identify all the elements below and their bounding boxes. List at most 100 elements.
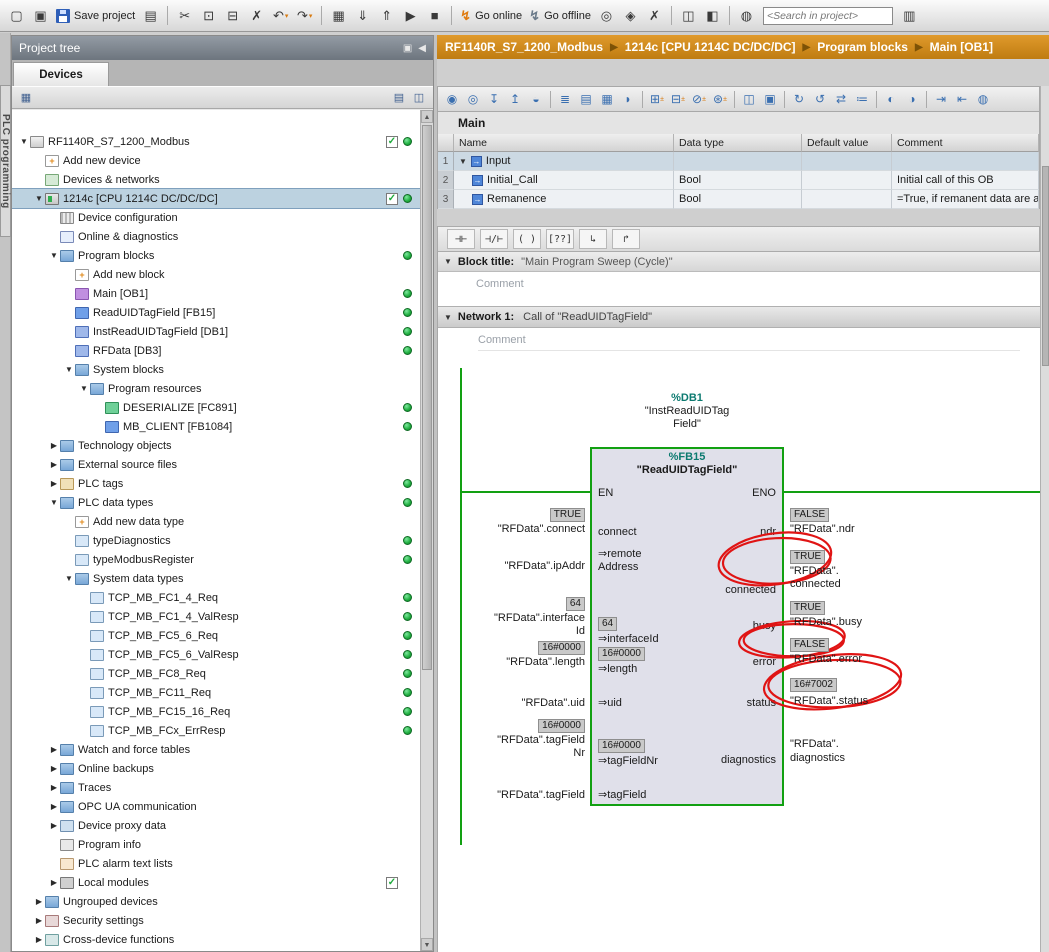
- operand-rfdata[interactable]: "RFData".: [790, 565, 839, 578]
- absolute-symbolic-toggle-icon[interactable]: ◒: [526, 89, 546, 109]
- tree-item-typediagnostics[interactable]: typeDiagnostics: [12, 531, 420, 550]
- operand-rfdata-ndr[interactable]: "RFData".ndr: [790, 523, 855, 536]
- pin-panel-icon[interactable]: ▣: [403, 43, 412, 54]
- empty-box-icon[interactable]: [??]: [546, 229, 574, 249]
- tree-item-tcp-mb-fc5-6-valresp[interactable]: TCP_MB_FC5_6_ValResp: [12, 645, 420, 664]
- name-cell[interactable]: →Remanence: [454, 190, 674, 209]
- column-header-name[interactable]: Name: [454, 134, 674, 152]
- tree-item-tcp-mb-fc1-4-req[interactable]: TCP_MB_FC1_4_Req: [12, 588, 420, 607]
- delete-icon[interactable]: ✗: [245, 4, 268, 27]
- remove-input-icon[interactable]: ⊟±: [668, 89, 688, 109]
- tree-item-online-diagnostics[interactable]: Online & diagnostics: [12, 227, 420, 246]
- compile-icon[interactable]: ▦: [327, 4, 350, 27]
- favorites-toggle-icon[interactable]: ▦: [597, 89, 617, 109]
- network-comment-field[interactable]: Comment: [478, 334, 1020, 351]
- chevron-down-icon[interactable]: ▼: [18, 137, 30, 146]
- chevron-right-icon[interactable]: ▶: [48, 460, 60, 469]
- tree-item-instreaduidtagfield-db1[interactable]: InstReadUIDTagField [DB1]: [12, 322, 420, 341]
- interface-row-remanence[interactable]: 3→RemanenceBool=True, if remanent data a…: [438, 190, 1039, 209]
- go-offline-button[interactable]: ↯Go offline: [526, 4, 594, 27]
- operand-rfdata-tagfield-1[interactable]: Nr: [573, 747, 585, 760]
- tree-item-add-new-data-type[interactable]: Add new data type: [12, 512, 420, 531]
- instance-db-label[interactable]: %DB1 "InstReadUIDTag Field": [590, 392, 784, 431]
- copy-icon[interactable]: ⊡: [197, 4, 220, 27]
- chevron-down-icon[interactable]: ▼: [48, 251, 60, 260]
- default-value-cell[interactable]: [802, 190, 892, 209]
- tree-item-watch-and-force-tables[interactable]: ▶Watch and force tables: [12, 740, 420, 759]
- interface-row-initial-call[interactable]: 2→Initial_CallBoolInitial call of this O…: [438, 171, 1039, 190]
- scroll-up-icon[interactable]: ▲: [421, 110, 433, 123]
- collapse-network-icon[interactable]: ▼: [444, 313, 452, 322]
- goto-prev-error-icon[interactable]: ↥: [505, 89, 525, 109]
- save-project-button[interactable]: Save project: [53, 4, 138, 27]
- collapse-block-title-icon[interactable]: ▼: [444, 257, 452, 266]
- tab-devices[interactable]: Devices: [13, 62, 109, 86]
- column-header-default-value[interactable]: Default value: [802, 134, 892, 152]
- search-input[interactable]: [763, 7, 893, 25]
- chevron-right-icon[interactable]: ▶: [48, 479, 60, 488]
- details-view-icon[interactable]: ▤: [390, 89, 408, 106]
- breadcrumb-item-1214c-cpu-1214c-dc-dc-dc[interactable]: 1214c [CPU 1214C DC/DC/DC]: [625, 40, 796, 54]
- tree-item-technology-objects[interactable]: ▶Technology objects: [12, 436, 420, 455]
- default-value-cell[interactable]: [802, 152, 892, 171]
- tree-item-local-modules[interactable]: ▶Local modules✓: [12, 873, 420, 892]
- consistency-check-icon[interactable]: ⇄: [831, 89, 851, 109]
- tree-item-external-source-files[interactable]: ▶External source files: [12, 455, 420, 474]
- operand-rfdata-tagfield[interactable]: "RFData".tagField: [497, 734, 585, 747]
- tree-item-security-settings[interactable]: ▶Security settings: [12, 911, 420, 930]
- chevron-right-icon[interactable]: ▶: [48, 878, 60, 887]
- split-editor-vertical-icon[interactable]: ◧: [701, 4, 724, 27]
- library-view-icon[interactable]: ▥: [898, 4, 921, 27]
- datatype-cell[interactable]: [674, 152, 802, 171]
- scroll-down-icon[interactable]: ▼: [421, 938, 433, 951]
- comment-cell[interactable]: =True, if remanent data are a: [892, 190, 1039, 209]
- insert-branch-icon[interactable]: ⇥: [931, 89, 951, 109]
- editor-scrollbar[interactable]: [1040, 86, 1049, 952]
- tree-item-tcp-mb-fcx-errresp[interactable]: TCP_MB_FCx_ErrResp: [12, 721, 420, 740]
- paste-icon[interactable]: ⊟: [221, 4, 244, 27]
- tree-item-deserialize-fc891[interactable]: DESERIALIZE [FC891]: [12, 398, 420, 417]
- new-project-icon[interactable]: ▢: [5, 4, 28, 27]
- tree-item-device-proxy-data[interactable]: ▶Device proxy data: [12, 816, 420, 835]
- block-title-value[interactable]: "Main Program Sweep (Cycle)": [521, 256, 672, 268]
- operand-rfdata[interactable]: "RFData".: [790, 738, 839, 751]
- multiline-comment-icon[interactable]: ▣: [760, 89, 780, 109]
- tree-item-rfdata-db3[interactable]: RFData [DB3]: [12, 341, 420, 360]
- close-branch-icon[interactable]: ↱: [612, 229, 640, 249]
- block-title-bar[interactable]: ▼ Block title: "Main Program Sweep (Cycl…: [438, 252, 1040, 272]
- go-online-button[interactable]: ↯Go online: [457, 4, 525, 27]
- tree-item-opc-ua-communication[interactable]: ▶OPC UA communication: [12, 797, 420, 816]
- call-environment-icon[interactable]: ↻: [789, 89, 809, 109]
- nc-contact-icon[interactable]: ⊣/⊢: [480, 229, 508, 249]
- tree-item-system-blocks[interactable]: ▼System blocks: [12, 360, 420, 379]
- cross-references-icon[interactable]: ◍: [735, 4, 758, 27]
- start-cpu-icon[interactable]: ▶: [399, 4, 422, 27]
- chevron-right-icon[interactable]: ▶: [48, 441, 60, 450]
- network-title[interactable]: Call of "ReadUIDTagField": [523, 311, 652, 323]
- tree-item-online-backups[interactable]: ▶Online backups: [12, 759, 420, 778]
- chevron-down-icon[interactable]: ▼: [48, 498, 60, 507]
- operand-rfdata-status[interactable]: "RFData".status: [790, 695, 868, 708]
- comments-toggle-icon[interactable]: ◗: [618, 89, 638, 109]
- operand-rfdata-ipaddr[interactable]: "RFData".ipAddr: [504, 560, 585, 573]
- tree-item-plc-data-types[interactable]: ▼PLC data types: [12, 493, 420, 512]
- operand-rfdata-interface-1[interactable]: Id: [576, 625, 585, 638]
- chevron-right-icon[interactable]: ▶: [48, 745, 60, 754]
- close-all-networks-icon[interactable]: ▤: [576, 89, 596, 109]
- accessible-devices-icon[interactable]: ◎: [595, 4, 618, 27]
- tree-item-program-blocks[interactable]: ▼Program blocks: [12, 246, 420, 265]
- start-simulation-icon[interactable]: ◈: [619, 4, 642, 27]
- comment-cell[interactable]: Initial call of this OB: [892, 171, 1039, 190]
- tree-scrollbar[interactable]: ▲ ▼: [420, 110, 433, 951]
- open-branch-icon[interactable]: ↳: [579, 229, 607, 249]
- plc-programming-tab[interactable]: PLC programming: [0, 85, 11, 237]
- tree-item-tcp-mb-fc11-req[interactable]: TCP_MB_FC11_Req: [12, 683, 420, 702]
- stop-cpu-icon[interactable]: ■: [423, 4, 446, 27]
- chevron-right-icon[interactable]: ▶: [48, 821, 60, 830]
- operand-rfdata-uid[interactable]: "RFData".uid: [522, 697, 585, 710]
- tree-item-tcp-mb-fc8-req[interactable]: TCP_MB_FC8_Req: [12, 664, 420, 683]
- scroll-thumb[interactable]: [422, 125, 432, 670]
- chevron-right-icon[interactable]: ▶: [33, 935, 45, 944]
- breadcrumb-item-program-blocks[interactable]: Program blocks: [817, 40, 908, 54]
- chevron-down-icon[interactable]: ▼: [33, 194, 45, 203]
